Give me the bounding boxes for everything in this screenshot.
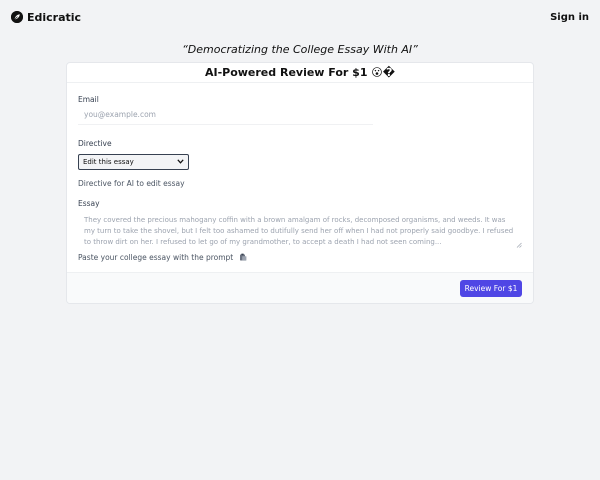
- form-body: Email Directive Edit this essay Directiv…: [67, 83, 533, 273]
- directive-helper-text: Directive for AI to edit essay: [78, 179, 185, 188]
- card-title: AI-Powered Review For $1 😮​�: [67, 63, 533, 83]
- directive-select[interactable]: Edit this essay: [78, 154, 189, 170]
- chevron-down-icon: [177, 158, 184, 166]
- essay-helper-text: Paste your college essay with the prompt: [78, 253, 234, 262]
- resize-handle-icon[interactable]: [516, 241, 522, 248]
- email-label: Email: [78, 95, 99, 104]
- email-field[interactable]: [78, 105, 373, 125]
- brand-logo[interactable]: Edicratic: [11, 11, 81, 24]
- essay-textarea[interactable]: They covered the precious mahogany coffi…: [78, 212, 523, 248]
- directive-label: Directive: [78, 139, 112, 148]
- review-form-card: AI-Powered Review For $1 😮​� Email Direc…: [66, 62, 534, 304]
- top-navbar: Edicratic Sign in: [0, 0, 600, 34]
- brand-name: Edicratic: [27, 10, 82, 24]
- directive-selected-value: Edit this essay: [83, 158, 134, 166]
- essay-label: Essay: [78, 199, 100, 208]
- clipboard-icon: [239, 253, 247, 261]
- leaf-icon: [11, 11, 23, 23]
- essay-helper: Paste your college essay with the prompt: [78, 253, 247, 262]
- page-tagline: “Democratizing the College Essay With AI…: [182, 43, 418, 56]
- card-footer: Review For $1: [67, 272, 533, 303]
- sign-in-link[interactable]: Sign in: [550, 12, 589, 23]
- essay-placeholder: They covered the precious mahogany coffi…: [84, 216, 514, 246]
- review-submit-button[interactable]: Review For $1: [460, 280, 522, 297]
